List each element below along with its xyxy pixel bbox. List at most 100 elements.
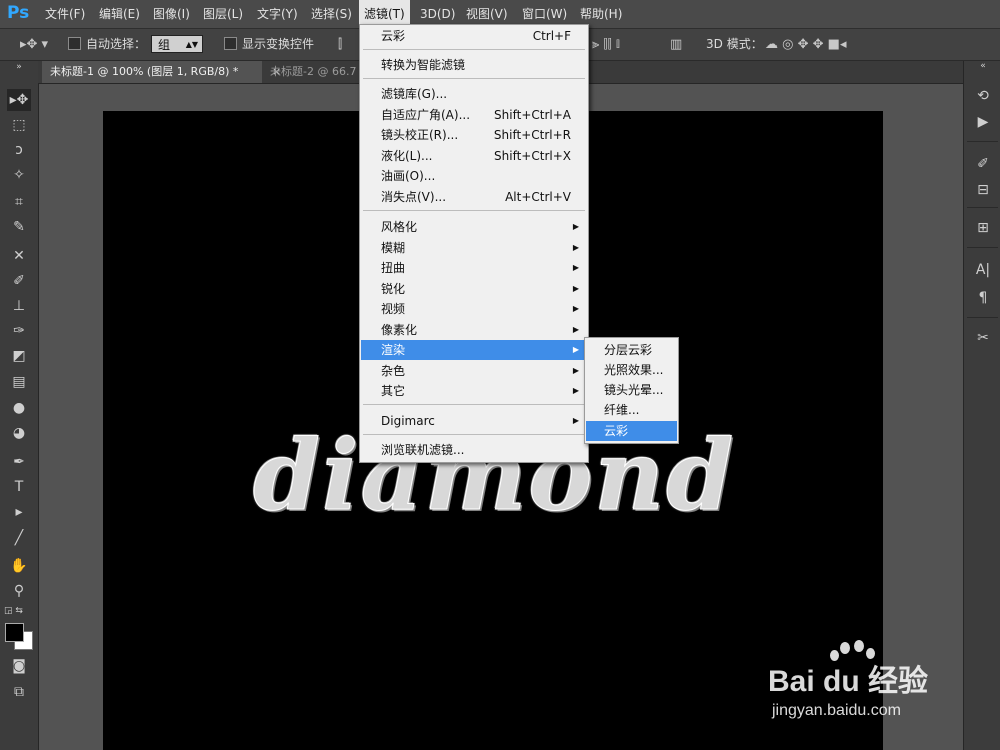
show-transform-label: 显示变换控件: [242, 37, 315, 51]
gradient-tool-icon[interactable]: ▤: [7, 371, 31, 393]
collapse-icon[interactable]: »: [7, 62, 31, 72]
auto-select-dropdown[interactable]: 组 ▲▼: [151, 35, 203, 53]
menu-select[interactable]: 选择(S): [311, 0, 352, 28]
3d-mode-icons[interactable]: ☁ ◎ ✥ ✥ ■◂: [765, 29, 846, 60]
filter-item-video[interactable]: 视频 ▶: [361, 299, 587, 319]
paragraph-panel-icon[interactable]: ¶: [972, 287, 994, 309]
filter-item-liquify[interactable]: 液化(L)... Shift+Ctrl+X: [361, 146, 587, 166]
filter-item-adaptive-wide-angle[interactable]: 自适应广角(A)... Shift+Ctrl+A: [361, 105, 587, 125]
filter-item-render[interactable]: 渲染 ▶: [361, 340, 587, 360]
line-tool-icon[interactable]: ╱: [7, 527, 31, 549]
menu-item-shortcut: Shift+Ctrl+A: [494, 108, 571, 122]
menu-layer[interactable]: 图层(L): [203, 0, 243, 28]
submenu-arrow-icon: ▶: [572, 325, 579, 334]
tool-presets-panel-icon[interactable]: ✐: [972, 153, 994, 175]
type-tool-icon[interactable]: T: [7, 476, 31, 498]
menu-item-shortcut: Alt+Ctrl+V: [505, 190, 571, 204]
screen-mode-icon[interactable]: ⧉: [7, 681, 31, 703]
filter-item-convert-smart[interactable]: 转换为智能滤镜: [361, 55, 587, 75]
lasso-tool-icon[interactable]: ↄ: [7, 139, 31, 161]
tab-document-1[interactable]: 未标题-1 @ 100% (图层 1, RGB/8) *: [42, 61, 262, 83]
render-item-clouds[interactable]: 云彩: [586, 421, 677, 441]
menu-item-label: 其它: [381, 384, 406, 398]
filter-item-noise[interactable]: 杂色 ▶: [361, 361, 587, 381]
filter-item-pixelate[interactable]: 像素化 ▶: [361, 320, 587, 340]
filter-item-clouds-last[interactable]: 云彩 Ctrl+F: [361, 26, 587, 46]
foreground-color-swatch[interactable]: [5, 623, 24, 642]
auto-select-value: 组: [158, 38, 171, 52]
auto-align-icon[interactable]: ▥: [670, 29, 682, 60]
filter-item-browse-online[interactable]: 浏览联机滤镜...: [361, 440, 587, 460]
distribute-icons[interactable]: ⫸ ⫿⫿ ⫾: [592, 29, 620, 60]
render-item-lens-flare[interactable]: 镜头光晕...: [586, 380, 677, 400]
show-transform-checkbox[interactable]: [224, 37, 237, 50]
menu-item-label: 镜头校正(R)...: [381, 128, 459, 142]
render-item-difference-clouds[interactable]: 分层云彩: [586, 340, 677, 360]
filter-item-distort[interactable]: 扭曲 ▶: [361, 258, 587, 278]
menu-image[interactable]: 图像(I): [153, 0, 190, 28]
menu-item-label: 锐化: [381, 282, 406, 296]
path-select-tool-icon[interactable]: ▸: [7, 501, 31, 523]
collapse-panels-icon[interactable]: «: [972, 61, 994, 71]
auto-select-checkbox[interactable]: [68, 37, 81, 50]
paw-icon: [854, 640, 864, 652]
eraser-tool-icon[interactable]: ◩: [7, 345, 31, 367]
filter-item-vanishing-point[interactable]: 消失点(V)... Alt+Ctrl+V: [361, 187, 587, 207]
history-panel-icon[interactable]: ⟲: [972, 85, 994, 107]
swap-colors-icon[interactable]: ◲ ⇆: [4, 606, 23, 616]
filter-item-oil-paint[interactable]: 油画(O)...: [361, 166, 587, 186]
align-top-icon[interactable]: ⫿: [338, 29, 342, 60]
hand-tool-icon[interactable]: ✋: [7, 555, 31, 577]
zoom-tool-icon[interactable]: ⚲: [7, 580, 31, 602]
adjustments-panel-icon[interactable]: ⊟: [972, 179, 994, 201]
filter-item-lens-correction[interactable]: 镜头校正(R)... Shift+Ctrl+R: [361, 125, 587, 145]
move-tool-preset-icon[interactable]: ▸✥ ▾: [20, 29, 48, 60]
move-tool-icon[interactable]: ▸✥: [7, 89, 31, 111]
layers-panel-icon[interactable]: ⊞: [972, 217, 994, 239]
crop-tool-icon[interactable]: ⌗: [7, 191, 31, 213]
filter-item-gallery[interactable]: 滤镜库(G)...: [361, 84, 587, 104]
menu-item-label: 渲染: [381, 343, 406, 357]
menu-item-label: Digimarc: [381, 414, 435, 428]
dodge-tool-icon[interactable]: ◕: [7, 422, 31, 444]
blur-tool-icon[interactable]: ●: [7, 397, 31, 419]
actions-panel-icon[interactable]: ▶: [972, 111, 994, 133]
menu-item-label: 自适应广角(A)...: [381, 108, 471, 122]
panel-separator: [967, 207, 998, 208]
brush-tools-panel-icon[interactable]: ✂: [972, 327, 994, 349]
magic-wand-tool-icon[interactable]: ✧: [7, 164, 31, 186]
photoshop-logo: Ps: [7, 3, 30, 23]
render-item-fibers[interactable]: 纤维...: [586, 400, 677, 420]
menu-separator: [363, 78, 585, 79]
menu-separator: [363, 404, 585, 405]
filter-item-digimarc[interactable]: Digimarc ▶: [361, 411, 587, 431]
baidu-watermark: Bai du 经验 jingyan.baidu.com: [768, 640, 958, 730]
menu-item-label: 视频: [381, 302, 406, 316]
menu-item-label: 镜头光晕...: [604, 383, 664, 397]
healing-tool-icon[interactable]: ✕: [7, 245, 31, 267]
panel-separator: [967, 317, 998, 318]
filter-item-stylize[interactable]: 风格化 ▶: [361, 217, 587, 237]
filter-item-other[interactable]: 其它 ▶: [361, 381, 587, 401]
quick-mask-icon[interactable]: ◙: [7, 655, 31, 677]
marquee-tool-icon[interactable]: ⬚: [7, 114, 31, 136]
submenu-arrow-icon: ▶: [572, 304, 579, 313]
eyedropper-tool-icon[interactable]: ✎: [7, 216, 31, 238]
render-item-lighting-effects[interactable]: 光照效果...: [586, 360, 677, 380]
show-transform-option[interactable]: 显示变换控件: [224, 29, 314, 60]
pen-tool-icon[interactable]: ✒: [7, 451, 31, 473]
tab-document-2[interactable]: 未标题-2 @ 66.7: [262, 61, 362, 83]
brush-tool-icon[interactable]: ✐: [7, 270, 31, 292]
mode-3d-label: 3D 模式：: [706, 37, 763, 51]
menu-item-label: 浏览联机滤镜...: [381, 443, 465, 457]
baidu-logo-text: Bai du 经验: [768, 665, 929, 698]
filter-item-blur[interactable]: 模糊 ▶: [361, 238, 587, 258]
stamp-tool-icon[interactable]: ⊥: [7, 295, 31, 317]
menu-edit[interactable]: 编辑(E): [99, 0, 140, 28]
history-brush-tool-icon[interactable]: ✑: [7, 320, 31, 342]
filter-item-sharpen[interactable]: 锐化 ▶: [361, 279, 587, 299]
auto-select-option[interactable]: 自动选择：: [68, 29, 146, 60]
menu-file[interactable]: 文件(F): [45, 0, 85, 28]
menu-type[interactable]: 文字(Y): [257, 0, 298, 28]
character-panel-icon[interactable]: A|: [972, 259, 994, 281]
